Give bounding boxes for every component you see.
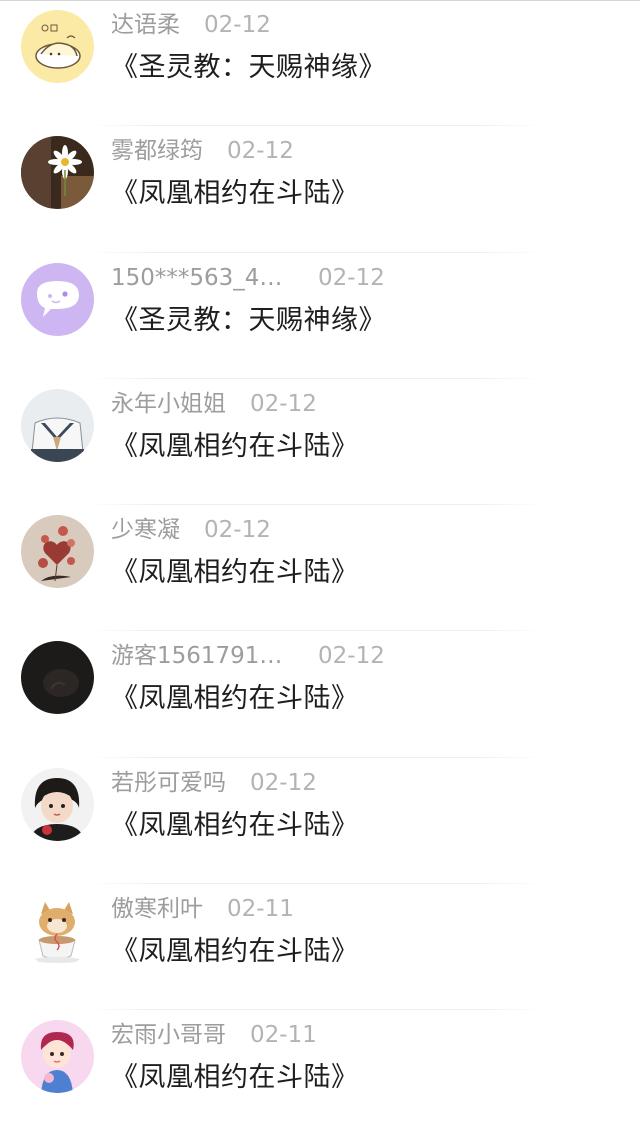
sailor-uniform-icon (21, 388, 94, 462)
list-item[interactable]: 宏雨小哥哥 02-11 《凤凰相约在斗陆》 (0, 1010, 640, 1136)
dark-photo-icon (21, 641, 94, 715)
comment-meta: 永年小姐姐 02-12 (111, 387, 317, 421)
book-title[interactable]: 《凤凰相约在斗陆》 (111, 1058, 359, 1098)
avatar[interactable] (21, 515, 94, 589)
comment-date: 02-12 (227, 138, 294, 165)
book-title[interactable]: 《凤凰相约在斗陆》 (111, 174, 359, 214)
comment-meta: 游客1561791… 02-12 (111, 639, 385, 673)
username[interactable]: 傲寒利叶 (111, 892, 203, 926)
avatar[interactable] (21, 641, 94, 715)
comment-list: 达语柔 02-12 《圣灵教：天赐神缘》 雾都绿筠 02-12 《凤凰相约在斗陆… (0, 0, 640, 1137)
list-item[interactable]: 傲寒利叶 02-11 《凤凰相约在斗陆》 (0, 884, 640, 1011)
chat-bubble-icon (21, 262, 94, 336)
list-item[interactable]: 永年小姐姐 02-12 《凤凰相约在斗陆》 (0, 379, 640, 506)
avatar[interactable] (21, 388, 94, 462)
child-photo-icon (21, 767, 94, 841)
comment-date: 02-11 (250, 1022, 317, 1049)
comment-meta: 若彤可爱吗 02-12 (111, 766, 317, 800)
book-title[interactable]: 《圣灵教：天赐神缘》 (111, 48, 386, 88)
username[interactable]: 雾都绿筠 (111, 134, 203, 168)
list-item[interactable]: 150***563_4… 02-12 《圣灵教：天赐神缘》 (0, 253, 640, 379)
list-item[interactable]: 游客1561791… 02-12 《凤凰相约在斗陆》 (0, 631, 640, 758)
comment-date: 02-12 (204, 517, 271, 544)
avatar[interactable] (21, 136, 94, 210)
list-item[interactable]: 少寒凝 02-12 《凤凰相约在斗陆》 (0, 505, 640, 632)
comment-date: 02-12 (250, 769, 317, 796)
list-item[interactable]: 达语柔 02-12 《圣灵教：天赐神缘》 (0, 0, 640, 127)
avatar[interactable] (21, 894, 94, 968)
comment-meta: 雾都绿筠 02-12 (111, 134, 294, 168)
daisy-icon (21, 136, 94, 210)
username[interactable]: 永年小姐姐 (111, 387, 226, 421)
cartoon-boy-icon (21, 1020, 94, 1094)
comment-date: 02-12 (318, 643, 385, 670)
username[interactable]: 少寒凝 (111, 513, 180, 547)
comment-date: 02-12 (250, 390, 317, 417)
book-title[interactable]: 《凤凰相约在斗陆》 (111, 806, 359, 846)
comment-date: 02-12 (318, 264, 385, 291)
avatar[interactable] (21, 10, 94, 83)
username[interactable]: 宏雨小哥哥 (111, 1018, 226, 1052)
comment-meta: 150***563_4… 02-12 (111, 261, 385, 295)
list-item[interactable]: 若彤可爱吗 02-12 《凤凰相约在斗陆》 (0, 758, 640, 885)
avatar[interactable] (21, 767, 94, 841)
heart-balloons-icon (21, 515, 94, 589)
cat-teacup-icon (21, 894, 94, 968)
comment-date: 02-12 (204, 12, 271, 38)
comment-meta: 达语柔 02-12 (111, 8, 271, 42)
list-item[interactable]: 雾都绿筠 02-12 《凤凰相约在斗陆》 (0, 126, 640, 253)
comment-meta: 宏雨小哥哥 02-11 (111, 1018, 317, 1052)
book-title[interactable]: 《凤凰相约在斗陆》 (111, 427, 359, 467)
avatar[interactable] (21, 1020, 94, 1094)
avatar[interactable] (21, 262, 94, 336)
comment-date: 02-11 (227, 896, 294, 923)
comment-meta: 少寒凝 02-12 (111, 513, 271, 547)
bread-cat-icon (21, 10, 94, 83)
book-title[interactable]: 《圣灵教：天赐神缘》 (111, 301, 386, 341)
username[interactable]: 150***563_4… (111, 261, 294, 295)
book-title[interactable]: 《凤凰相约在斗陆》 (111, 679, 359, 719)
book-title[interactable]: 《凤凰相约在斗陆》 (111, 553, 359, 593)
username[interactable]: 若彤可爱吗 (111, 766, 226, 800)
username[interactable]: 达语柔 (111, 8, 180, 42)
comment-meta: 傲寒利叶 02-11 (111, 892, 294, 926)
username[interactable]: 游客1561791… (111, 639, 294, 673)
book-title[interactable]: 《凤凰相约在斗陆》 (111, 932, 359, 972)
